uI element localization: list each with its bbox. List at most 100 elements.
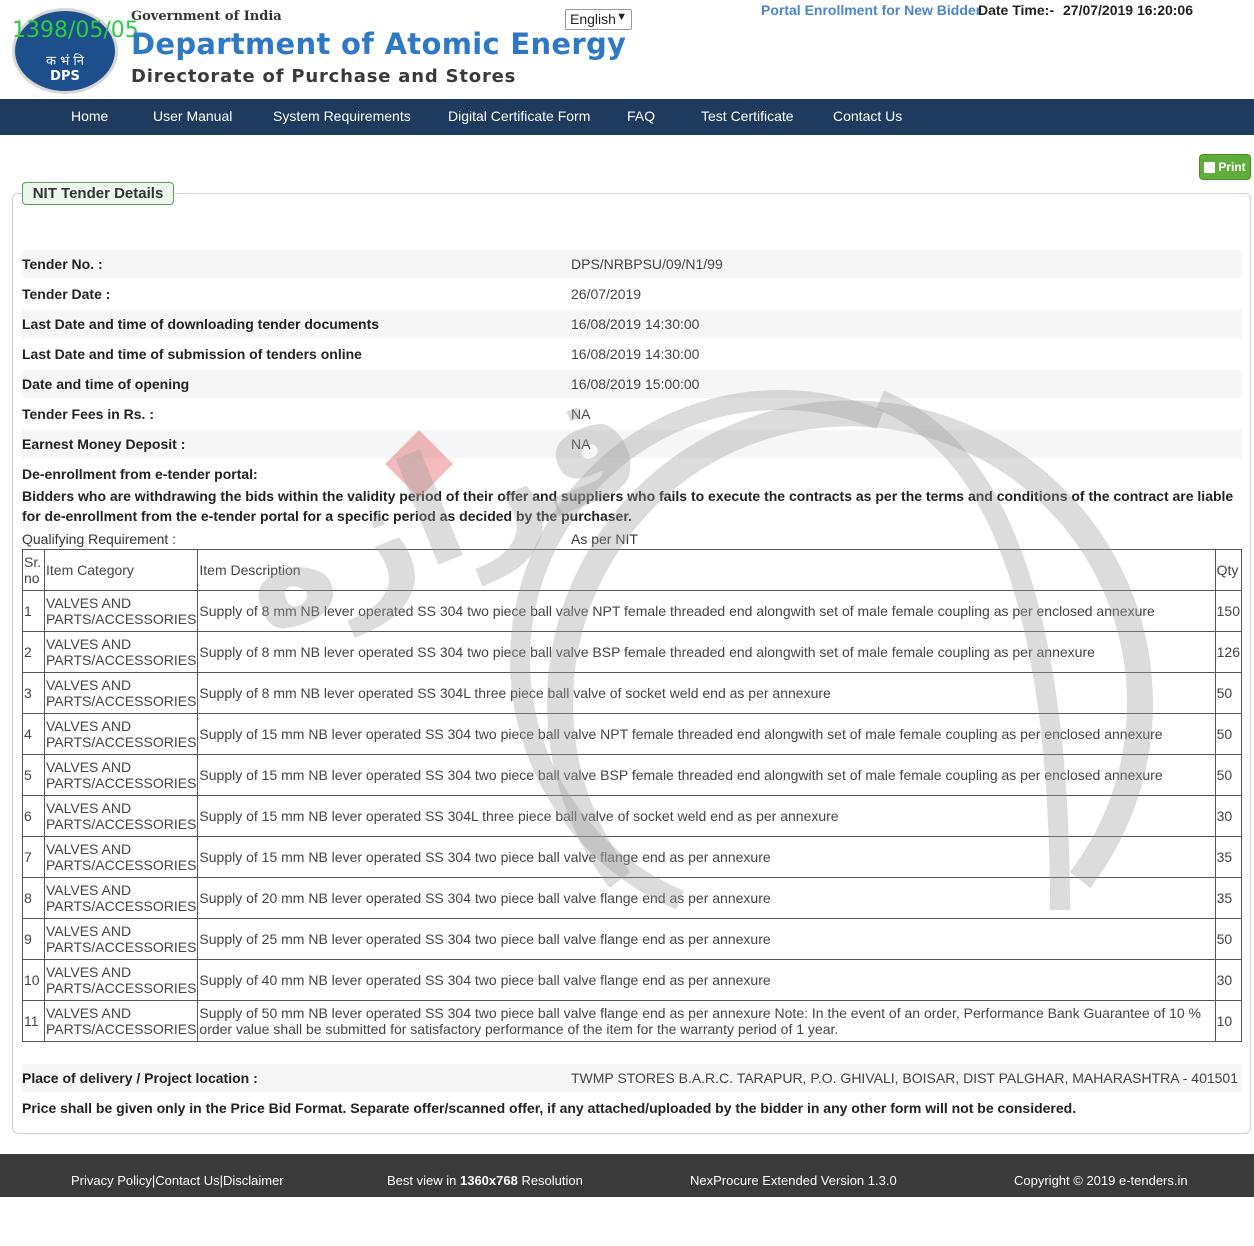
cell-qty: 10 <box>1214 1000 1243 1042</box>
cell-sr: 5 <box>22 754 45 796</box>
table-row: 8 VALVES AND PARTS/ACCESSORIES Supply of 2… <box>22 877 1243 919</box>
col-header-qty: Qty <box>1214 549 1243 591</box>
printer-icon <box>1204 161 1216 173</box>
main-nav: Home User Manual System Requirements Dig… <box>0 99 1254 135</box>
detail-value: 16/08/2019 14:30:00 <box>571 316 700 332</box>
cell-category: VALVES AND PARTS/ACCESSORIES <box>43 631 199 673</box>
best-view-resolution: 1360x768 <box>459 1173 518 1188</box>
cell-qty: 150 <box>1214 590 1243 632</box>
footer-links[interactable]: Privacy Policy|Contact Us|Disclaimer <box>71 1173 284 1188</box>
detail-row: Tender Fees in Rs. : NA <box>22 400 1242 428</box>
portal-enrollment-link[interactable]: Portal Enrollment for New Bidder <box>761 2 981 18</box>
cell-description: Supply of 8 mm NB lever operated SS 304 … <box>197 590 1216 632</box>
cell-description: Supply of 8 mm NB lever operated SS 304L… <box>197 672 1216 714</box>
cell-category: VALVES AND PARTS/ACCESSORIES <box>43 1000 199 1042</box>
detail-row: Date and time of opening 16/08/2019 15:0… <box>22 370 1242 398</box>
language-select[interactable]: English ▼ <box>565 9 632 30</box>
directorate-title: Directorate of Purchase and Stores <box>131 66 517 87</box>
cell-qty: 50 <box>1214 918 1243 960</box>
cell-category: VALVES AND PARTS/ACCESSORIES <box>43 795 199 837</box>
table-row: 11 VALVES AND PARTS/ACCESSORIES Supply of … <box>22 1000 1243 1042</box>
delivery-place-row: Place of delivery / Project location : T… <box>22 1064 1242 1092</box>
print-label: Print <box>1218 160 1246 174</box>
detail-row: Tender No. : DPS/NRBPSU/09/N1/99 <box>22 250 1242 278</box>
site-header: क भं नि DPS 1398/05/05 Government of Ind… <box>0 0 1254 99</box>
cell-qty: 35 <box>1214 877 1243 919</box>
table-row: 7 VALVES AND PARTS/ACCESSORIES Supply of 1… <box>22 836 1243 878</box>
nav-user-manual[interactable]: User Manual <box>153 108 232 124</box>
deenrollment-text: Bidders who are withdrawing the bids wit… <box>22 488 1234 524</box>
cell-qty: 50 <box>1214 754 1243 796</box>
cell-sr: 11 <box>22 1000 45 1042</box>
detail-row: Last Date and time of downloading tender… <box>22 310 1242 338</box>
table-row: 4 VALVES AND PARTS/ACCESSORIES Supply of 1… <box>22 713 1243 755</box>
cell-qty: 35 <box>1214 836 1243 878</box>
logo-hindi-text: क भं नि <box>46 54 84 69</box>
language-value: English <box>570 11 616 27</box>
footer-version: NexProcure Extended Version 1.3.0 <box>690 1173 897 1188</box>
table-header-row: Sr. no Item Category Item Description Qt… <box>22 549 1243 591</box>
cell-description: Supply of 15 mm NB lever operated SS 304… <box>197 754 1216 796</box>
delivery-place-value: TWMP STORES B.A.R.C. TARAPUR, P.O. GHIVA… <box>571 1070 1238 1086</box>
price-note: Price shall be given only in the Price B… <box>22 1100 1077 1116</box>
nav-digital-certificate-form[interactable]: Digital Certificate Form <box>448 108 590 124</box>
cell-category: VALVES AND PARTS/ACCESSORIES <box>43 672 199 714</box>
cell-sr: 7 <box>22 836 45 878</box>
cell-sr: 3 <box>22 672 45 714</box>
best-view-prefix: Best view in <box>387 1173 460 1188</box>
detail-row: Tender Date : 26/07/2019 <box>22 280 1242 308</box>
footer-best-view: Best view in 1360x768 Resolution <box>387 1173 583 1188</box>
col-header-description: Item Description <box>197 549 1216 591</box>
detail-value: 26/07/2019 <box>571 286 642 302</box>
nav-faq[interactable]: FAQ <box>627 108 655 124</box>
cell-category: VALVES AND PARTS/ACCESSORIES <box>43 836 199 878</box>
cell-qty: 30 <box>1214 959 1243 1001</box>
detail-label: Date and time of opening <box>22 376 190 392</box>
cell-description: Supply of 15 mm NB lever operated SS 304… <box>197 836 1216 878</box>
nav-home[interactable]: Home <box>71 108 108 124</box>
table-row: 2 VALVES AND PARTS/ACCESSORIES Supply of 8… <box>22 631 1243 673</box>
nav-contact-us[interactable]: Contact Us <box>833 108 902 124</box>
cell-sr: 2 <box>22 631 45 673</box>
detail-label: Tender Fees in Rs. : <box>22 406 154 422</box>
table-row: 3 VALVES AND PARTS/ACCESSORIES Supply of 8… <box>22 672 1243 714</box>
detail-row: Earnest Money Deposit : NA <box>22 430 1242 458</box>
logo-abbr: DPS <box>50 69 80 84</box>
detail-label: Last Date and time of submission of tend… <box>22 346 362 362</box>
cell-description: Supply of 8 mm NB lever operated SS 304 … <box>197 631 1216 673</box>
cell-description: Supply of 20 mm NB lever operated SS 304… <box>197 877 1216 919</box>
cell-description: Supply of 50 mm NB lever operated SS 304… <box>197 1000 1216 1042</box>
detail-label: Tender Date : <box>22 286 111 302</box>
cell-qty: 30 <box>1214 795 1243 837</box>
detail-label: Last Date and time of downloading tender… <box>22 316 380 332</box>
nav-system-requirements[interactable]: System Requirements <box>273 108 411 124</box>
cell-sr: 1 <box>22 590 45 632</box>
department-title: Department of Atomic Energy <box>131 27 627 61</box>
cell-description: Supply of 25 mm NB lever operated SS 304… <box>197 918 1216 960</box>
detail-value: 16/08/2019 15:00:00 <box>571 376 700 392</box>
cell-category: VALVES AND PARTS/ACCESSORIES <box>43 959 199 1001</box>
delivery-place-label: Place of delivery / Project location : <box>22 1070 258 1086</box>
cell-category: VALVES AND PARTS/ACCESSORIES <box>43 918 199 960</box>
table-row: 1 VALVES AND PARTS/ACCESSORIES Supply of 8… <box>22 590 1243 632</box>
cell-qty: 126 <box>1214 631 1243 673</box>
detail-value: NA <box>571 436 591 452</box>
cell-description: Supply of 15 mm NB lever operated SS 304… <box>197 713 1216 755</box>
section-title: NIT Tender Details <box>22 182 174 205</box>
section-divider <box>188 193 1239 194</box>
table-row: 6 VALVES AND PARTS/ACCESSORIES Supply of 1… <box>22 795 1243 837</box>
datetime-value: 27/07/2019 16:20:06 <box>1063 2 1193 18</box>
date-stamp: 1398/05/05 <box>12 18 139 43</box>
nav-test-certificate[interactable]: Test Certificate <box>701 108 794 124</box>
table-row: 9 VALVES AND PARTS/ACCESSORIES Supply of 2… <box>22 918 1243 960</box>
print-button[interactable]: Print <box>1199 154 1251 180</box>
cell-sr: 4 <box>22 713 45 755</box>
col-header-sr: Sr. no <box>22 549 45 591</box>
table-row: 5 VALVES AND PARTS/ACCESSORIES Supply of 1… <box>22 754 1243 796</box>
cell-category: VALVES AND PARTS/ACCESSORIES <box>43 590 199 632</box>
items-table: Sr. no Item Category Item Description Qt… <box>22 549 1243 1042</box>
detail-row: Last Date and time of submission of tend… <box>22 340 1242 368</box>
col-header-category: Item Category <box>43 549 199 591</box>
cell-sr: 8 <box>22 877 45 919</box>
cell-sr: 6 <box>22 795 45 837</box>
